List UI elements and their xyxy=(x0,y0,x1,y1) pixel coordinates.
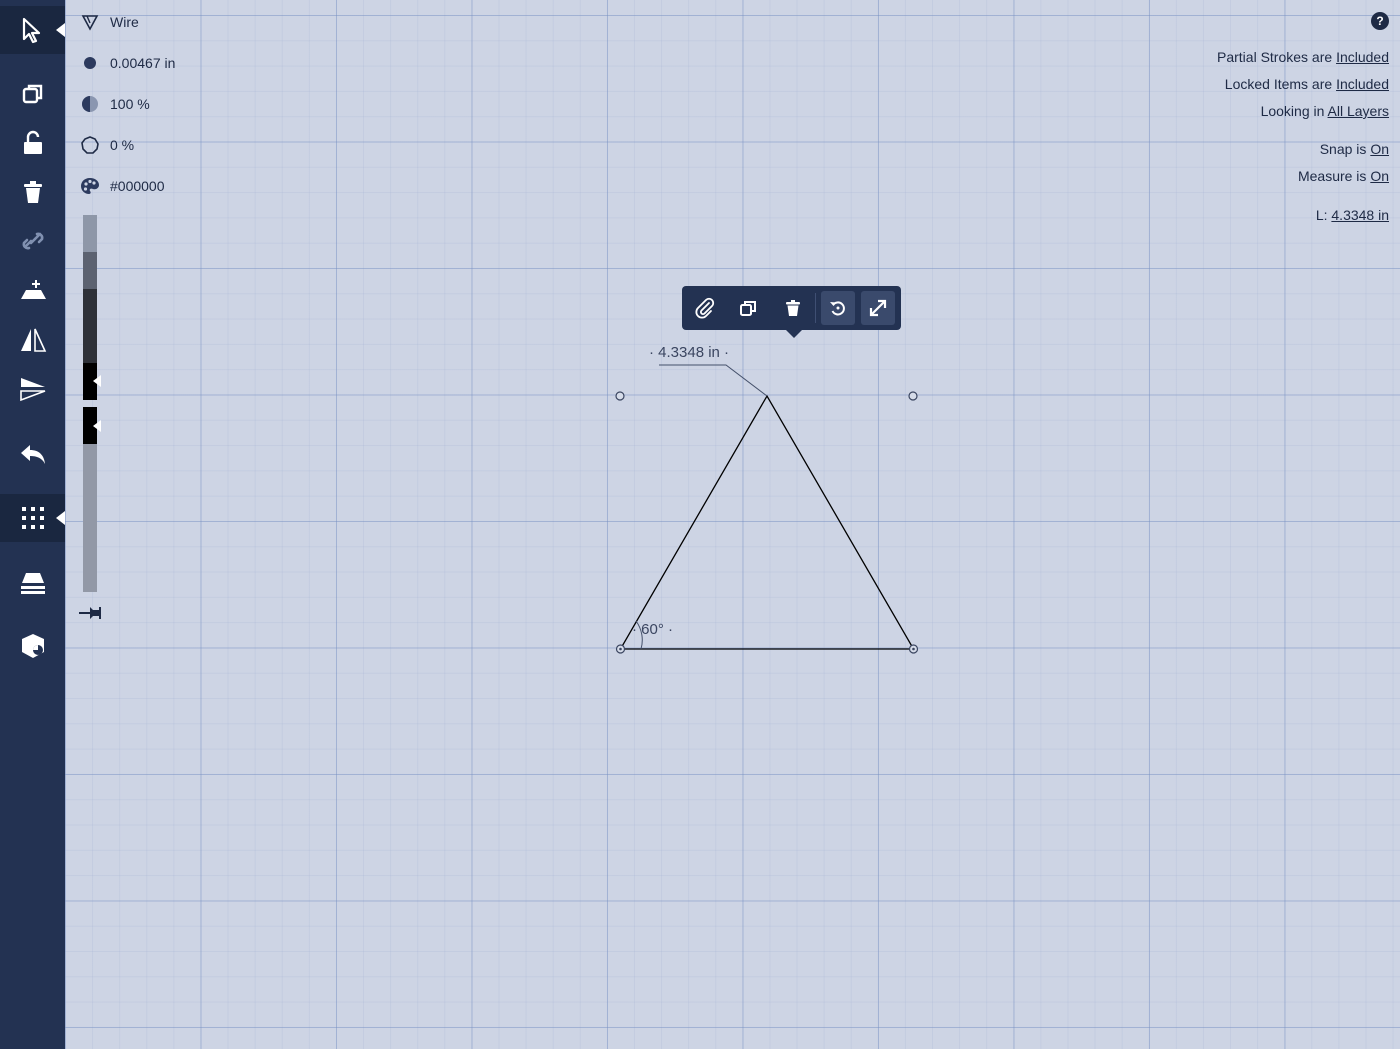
measure-status: Measure is On xyxy=(1298,168,1389,184)
palette-icon xyxy=(81,178,99,194)
locked-items-toggle[interactable]: Included xyxy=(1336,76,1389,92)
duplicate-icon xyxy=(22,84,42,104)
delete-tool-button[interactable] xyxy=(0,168,65,216)
flip-vertical-icon xyxy=(19,378,45,402)
partial-strokes-status: Partial Strokes are Included xyxy=(1217,49,1389,65)
duplicate-selection-button[interactable] xyxy=(732,291,766,325)
opacity-value: 100 % xyxy=(110,96,150,112)
slider-segment xyxy=(83,215,97,252)
length-status: L: 4.3348 in xyxy=(1316,207,1389,223)
color-row[interactable]: #000000 xyxy=(78,174,165,198)
help-button[interactable]: ? xyxy=(1371,12,1389,30)
paperclip-icon xyxy=(695,297,715,319)
undo-button[interactable] xyxy=(0,430,65,478)
shapes-icon xyxy=(21,634,44,658)
length-leader-line xyxy=(659,364,768,397)
triangle-shape[interactable] xyxy=(619,394,915,650)
opacity-row[interactable]: 100 % xyxy=(78,92,150,116)
slider-handle-bottom[interactable] xyxy=(93,420,101,432)
slider-segment xyxy=(83,444,97,592)
resize-icon xyxy=(869,299,887,317)
slider-segment xyxy=(83,252,97,289)
help-icon: ? xyxy=(1376,14,1384,28)
select-icon xyxy=(22,17,40,44)
stroke-width-row[interactable]: 0.00467 in xyxy=(78,51,175,75)
measure-toggle[interactable]: On xyxy=(1370,168,1389,184)
flip-horizontal-tool-button[interactable] xyxy=(0,316,65,364)
opacity-icon xyxy=(82,96,98,112)
stroke-width-value: 0.00467 in xyxy=(110,55,176,71)
snap-toggle[interactable]: On xyxy=(1370,141,1389,157)
looking-in-status: Looking in All Layers xyxy=(1261,103,1389,119)
slider-handle-top[interactable] xyxy=(93,375,101,387)
brush-name-label: Wire xyxy=(110,14,139,30)
selection-handle-top-left[interactable] xyxy=(615,391,625,401)
length-measurement-label: · 4.3348 in · xyxy=(649,344,729,361)
looking-in-label: Looking in xyxy=(1260,103,1328,119)
selection-context-toolbar xyxy=(682,286,901,338)
grid-icon xyxy=(21,507,44,529)
pin-button[interactable] xyxy=(78,603,102,623)
shapes-tool-button[interactable] xyxy=(0,622,65,670)
flip-vertical-tool-button[interactable] xyxy=(0,365,65,413)
flip-horizontal-icon xyxy=(20,328,46,352)
select-tool-button[interactable] xyxy=(0,6,65,54)
brush-name-row[interactable]: Wire xyxy=(78,10,139,34)
angle-measurement-label: · 60° · xyxy=(632,621,673,638)
lock-tool-button[interactable] xyxy=(0,119,65,167)
rotate-button[interactable] xyxy=(821,291,855,325)
smoothing-icon xyxy=(81,136,99,154)
trash-icon xyxy=(786,300,800,316)
tool-sidebar xyxy=(0,0,65,1049)
measure-label: Measure is xyxy=(1297,168,1371,184)
link-tool-button[interactable] xyxy=(0,217,65,265)
layers-icon xyxy=(20,573,45,594)
rotate-icon xyxy=(830,301,845,316)
stroke-width-icon xyxy=(84,57,96,69)
snap-status: Snap is On xyxy=(1320,141,1389,157)
wire-brush-icon xyxy=(81,15,99,31)
layers-tool-button[interactable] xyxy=(0,558,65,606)
delete-selection-button[interactable] xyxy=(776,291,810,325)
length-value[interactable]: 4.3348 in xyxy=(1331,207,1389,223)
locked-items-status: Locked Items are Included xyxy=(1225,76,1389,92)
color-value: #000000 xyxy=(110,178,165,194)
length-label: L: xyxy=(1315,207,1332,223)
pin-icon xyxy=(79,607,101,619)
partial-strokes-toggle[interactable]: Included xyxy=(1336,49,1389,65)
stroke-slider[interactable] xyxy=(83,215,101,592)
vertex-dot xyxy=(912,647,915,651)
toolbar-separator xyxy=(815,293,816,323)
partial-strokes-label: Partial Strokes are xyxy=(1217,49,1337,65)
duplicate-icon xyxy=(740,301,756,316)
looking-in-toggle[interactable]: All Layers xyxy=(1328,103,1389,119)
slider-segment xyxy=(83,289,97,363)
link-icon xyxy=(22,232,43,250)
trash-icon xyxy=(23,181,42,203)
smoothing-value: 0 % xyxy=(110,137,135,153)
snap-label: Snap is xyxy=(1319,141,1371,157)
lock-icon xyxy=(23,130,42,154)
attach-button[interactable] xyxy=(688,291,722,325)
duplicate-tool-button[interactable] xyxy=(0,70,65,118)
undo-icon xyxy=(20,445,45,464)
locked-items-label: Locked Items are xyxy=(1224,76,1337,92)
vertex-dot xyxy=(619,647,622,651)
resize-button[interactable] xyxy=(861,291,895,325)
add-layer-icon xyxy=(20,280,46,299)
add-layer-tool-button[interactable] xyxy=(0,266,65,314)
grid-tool-button[interactable] xyxy=(0,494,65,542)
selection-handle-top-right[interactable] xyxy=(908,391,918,401)
drawing-canvas[interactable]: · 4.3348 in · · 60° · xyxy=(0,0,1400,1049)
smoothing-row[interactable]: 0 % xyxy=(78,133,134,157)
